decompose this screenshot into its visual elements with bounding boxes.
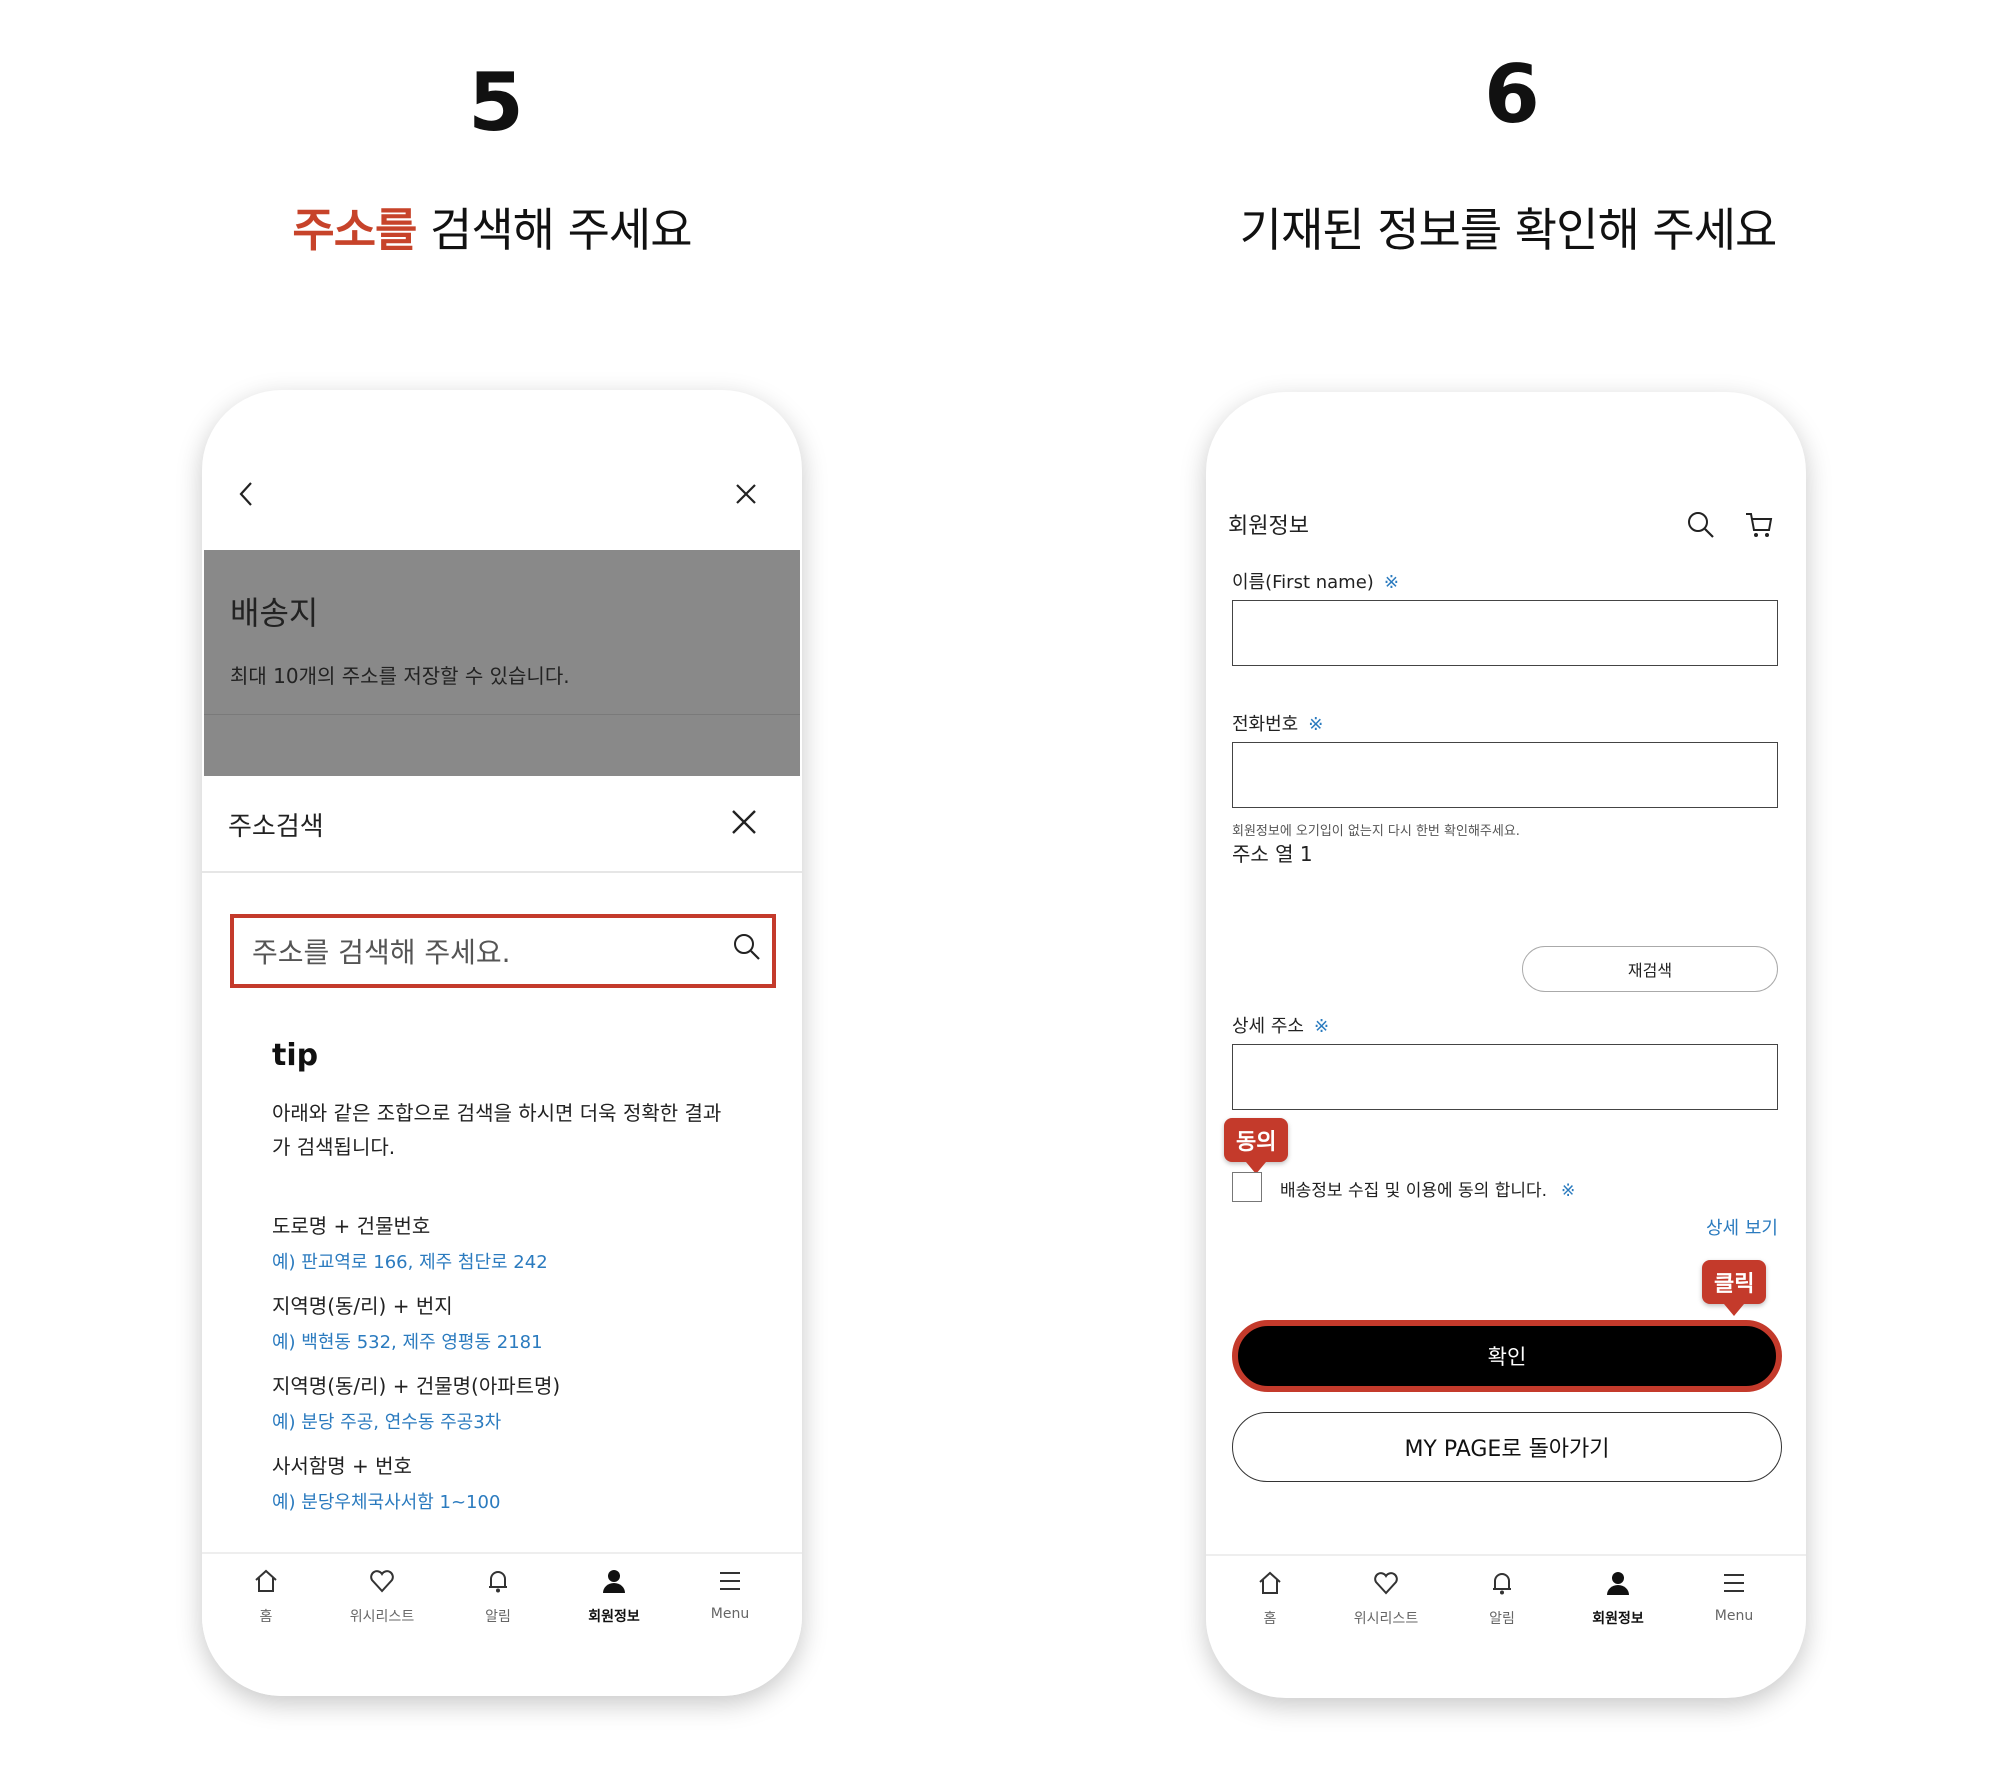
phone-address-search: 배송지 최대 10개의 주소를 저장할 수 있습니다. 주소검색 tip 아래와… bbox=[202, 390, 802, 1696]
tab-notifications[interactable]: 알림 bbox=[1452, 1570, 1552, 1628]
tab-label: Menu bbox=[1714, 1608, 1754, 1624]
step-title-rest: 검색해 주세요 bbox=[416, 203, 693, 257]
user-icon bbox=[1607, 1572, 1629, 1595]
first-name-label-text: 이름(First name) bbox=[1232, 572, 1374, 593]
address-search-input[interactable] bbox=[252, 928, 712, 976]
example-value: 예) 분당우체국사서함 1~100 bbox=[272, 1492, 501, 1513]
tab-label: 알림 bbox=[1489, 1611, 1515, 1627]
overlay-divider bbox=[204, 714, 800, 715]
tip-body: 아래와 같은 조합으로 검색을 하시면 더욱 정확한 결과가 검색됩니다. bbox=[272, 1101, 722, 1159]
step-number-6: 6 bbox=[1484, 48, 1540, 141]
close-icon[interactable] bbox=[734, 482, 758, 506]
tab-label: 회원정보 bbox=[1592, 1611, 1644, 1627]
required-mark: ※ bbox=[1313, 1016, 1330, 1037]
search-icon[interactable] bbox=[732, 932, 762, 962]
sheet-close-icon[interactable] bbox=[730, 808, 758, 836]
heart-icon bbox=[370, 1570, 394, 1593]
tip-title: tip bbox=[272, 1038, 319, 1073]
tab-label: 홈 bbox=[1263, 1611, 1277, 1627]
menu-icon bbox=[1724, 1574, 1744, 1592]
step-number-5: 5 bbox=[468, 56, 524, 149]
tab-wishlist[interactable]: 위시리스트 bbox=[1336, 1570, 1436, 1628]
click-callout: 클릭 bbox=[1702, 1260, 1767, 1316]
agree-callout: 동의 bbox=[1224, 1118, 1289, 1174]
tab-label: Menu bbox=[710, 1606, 750, 1622]
required-mark: ※ bbox=[1561, 1181, 1576, 1201]
tab-label: 알림 bbox=[485, 1609, 511, 1625]
tab-label: 위시리스트 bbox=[1353, 1611, 1419, 1627]
address-line-1: 주소 열 1 bbox=[1232, 842, 1313, 866]
tab-home[interactable]: 홈 bbox=[216, 1568, 316, 1626]
example-label: 도로명 + 건물번호 bbox=[272, 1214, 431, 1238]
cart-icon[interactable] bbox=[1744, 510, 1774, 540]
tab-label: 위시리스트 bbox=[349, 1609, 415, 1625]
phone-label-text: 전화번호 bbox=[1232, 714, 1299, 735]
detail-address-label-text: 상세 주소 bbox=[1232, 1016, 1304, 1037]
bottom-tab-bar: 홈 위시리스트 알림 회원정보 Menu bbox=[202, 1552, 802, 1632]
first-name-label: 이름(First name) ※ bbox=[1232, 568, 1399, 594]
detail-address-label: 상세 주소 ※ bbox=[1232, 1012, 1329, 1038]
confirm-button[interactable]: 확인 bbox=[1232, 1320, 1782, 1392]
address-search-box bbox=[230, 914, 776, 988]
research-button[interactable]: 재검색 bbox=[1522, 946, 1778, 992]
tab-wishlist[interactable]: 위시리스트 bbox=[332, 1568, 432, 1626]
tab-menu[interactable]: Menu bbox=[680, 1568, 780, 1622]
mypage-button[interactable]: MY PAGE로 돌아가기 bbox=[1232, 1412, 1782, 1482]
tab-label: 회원정보 bbox=[588, 1609, 640, 1625]
dimmed-overlay: 배송지 최대 10개의 주소를 저장할 수 있습니다. bbox=[204, 550, 800, 776]
tab-home[interactable]: 홈 bbox=[1220, 1570, 1320, 1628]
detail-address-field[interactable] bbox=[1232, 1044, 1778, 1110]
bottom-tab-bar: 홈 위시리스트 알림 회원정보 Menu bbox=[1206, 1554, 1806, 1634]
step-title-highlight: 주소를 bbox=[292, 203, 417, 257]
required-mark: ※ bbox=[1308, 714, 1324, 735]
phone-field[interactable] bbox=[1232, 742, 1778, 808]
example-label: 사서함명 + 번호 bbox=[272, 1454, 412, 1478]
overlay-subtitle: 최대 10개의 주소를 저장할 수 있습니다. bbox=[230, 664, 570, 688]
verify-note: 회원정보에 오기입이 없는지 다시 한번 확인해주세요. bbox=[1232, 824, 1520, 839]
agree-checkbox[interactable] bbox=[1232, 1172, 1262, 1202]
phone-label: 전화번호 ※ bbox=[1232, 710, 1323, 736]
example-value: 예) 분당 주공, 연수동 주공3차 bbox=[272, 1412, 502, 1433]
tab-notifications[interactable]: 알림 bbox=[448, 1568, 548, 1626]
step-title-6: 기재된 정보를 확인해 주세요 bbox=[1239, 203, 1778, 257]
required-mark: ※ bbox=[1383, 572, 1399, 593]
tab-menu[interactable]: Menu bbox=[1684, 1570, 1784, 1624]
step-title-5: 주소를 검색해 주세요 bbox=[42, 194, 942, 260]
search-icon[interactable] bbox=[1686, 510, 1716, 540]
first-name-field[interactable] bbox=[1232, 600, 1778, 666]
user-icon bbox=[603, 1570, 625, 1593]
bell-icon bbox=[1493, 1573, 1511, 1595]
detail-view-link[interactable]: 상세 보기 bbox=[1706, 1214, 1778, 1240]
sheet-title: 주소검색 bbox=[228, 812, 324, 842]
example-value: 예) 백현동 532, 제주 영평동 2181 bbox=[272, 1332, 543, 1353]
sheet-divider bbox=[202, 871, 802, 873]
tab-member-info[interactable]: 회원정보 bbox=[564, 1568, 664, 1626]
phone-member-info: 회원정보 이름(First name) ※ 전화번호 ※ 회원정보에 오기입이 없는… bbox=[1206, 392, 1806, 1698]
example-label: 지역명(동/리) + 번지 bbox=[272, 1294, 453, 1318]
example-label: 지역명(동/리) + 건물명(아파트명) bbox=[272, 1374, 561, 1398]
header-title: 회원정보 bbox=[1228, 514, 1309, 539]
top-nav bbox=[202, 390, 802, 550]
tab-member-info[interactable]: 회원정보 bbox=[1568, 1570, 1668, 1628]
chevron-left-icon[interactable] bbox=[236, 480, 258, 508]
example-value: 예) 판교역로 166, 제주 첨단로 242 bbox=[272, 1252, 548, 1273]
overlay-title: 배송지 bbox=[230, 594, 319, 632]
menu-icon bbox=[720, 1572, 740, 1590]
home-icon bbox=[1259, 1571, 1281, 1594]
home-icon bbox=[255, 1569, 277, 1592]
agree-text: 배송정보 수집 및 이용에 동의 합니다. ※ bbox=[1280, 1176, 1575, 1201]
tab-label: 홈 bbox=[259, 1609, 273, 1625]
agree-text-label: 배송정보 수집 및 이용에 동의 합니다. bbox=[1280, 1181, 1548, 1201]
heart-icon bbox=[1374, 1572, 1398, 1595]
bell-icon bbox=[489, 1571, 507, 1593]
